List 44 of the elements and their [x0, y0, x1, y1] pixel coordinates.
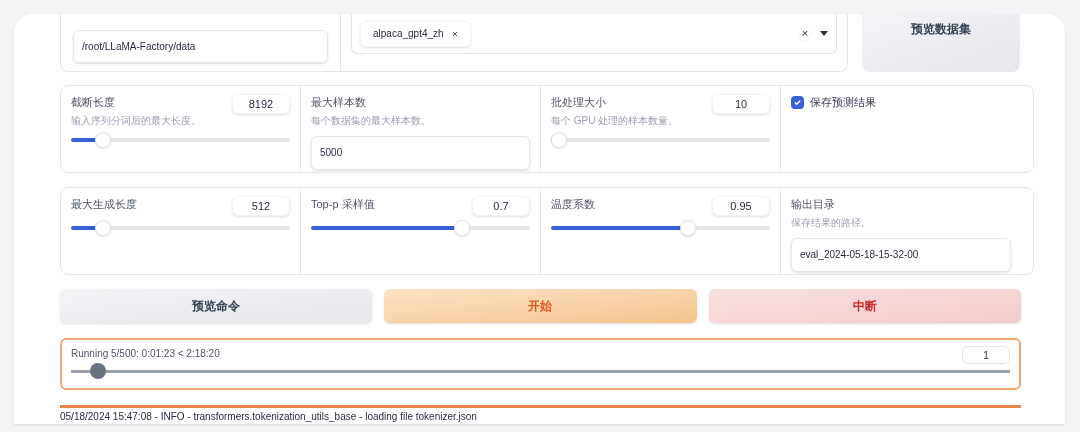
field-label: 截断长度 — [71, 95, 116, 110]
number-field[interactable]: 512 — [232, 196, 290, 216]
field-label: 输出目录 — [791, 197, 836, 212]
field-label: 批处理大小 — [551, 95, 607, 110]
slider-thumb[interactable] — [95, 220, 112, 236]
field-label: Top-p 采样值 — [311, 197, 375, 212]
text-field[interactable]: 5000 — [311, 135, 530, 170]
progress-thumb[interactable] — [89, 363, 106, 379]
slider-thumb[interactable] — [551, 131, 568, 148]
number-field[interactable]: 8192 — [232, 94, 290, 114]
checkbox-label: 保存预测结果 — [810, 95, 876, 110]
caret-icon[interactable] — [820, 31, 828, 36]
slider-thumb[interactable] — [95, 131, 112, 148]
field-hint: 保存结果的路径。 — [791, 215, 872, 230]
slider[interactable] — [551, 131, 770, 148]
number-field[interactable]: 0.7 — [472, 196, 530, 216]
slider-thumb[interactable] — [453, 220, 470, 236]
dataset-tag[interactable]: alpaca_gpt4_zh — [360, 20, 471, 47]
action-button[interactable]: 预览命令 — [60, 289, 373, 323]
slider[interactable] — [551, 220, 770, 236]
field-hint: 每个数据集的最大样本数。 — [311, 113, 432, 128]
number-field[interactable]: 0.95 — [712, 196, 770, 216]
slider[interactable] — [71, 131, 290, 148]
progress-label: Running 5/500: 0:01:23 < 2:18:20 — [71, 347, 220, 361]
progress-slider[interactable] — [71, 363, 1010, 379]
remove-icon[interactable] — [451, 30, 458, 37]
field-label: 温度系数 — [551, 197, 595, 212]
preview-dataset-button[interactable]: 预览数据集 — [862, 14, 1020, 72]
field-hint: 每个 GPU 处理的样本数量。 — [551, 113, 679, 128]
checkbox[interactable] — [791, 95, 804, 109]
log-line: 05/18/2024 15:47:08 - INFO - transformers.tokenization_utils_base - loading file tokenizer.json — [60, 410, 478, 424]
slider[interactable] — [71, 220, 290, 236]
field-label: 最大生成长度 — [71, 197, 137, 212]
field-hint: 输入序列分词后的最大长度。 — [71, 113, 201, 128]
check-icon — [793, 97, 802, 107]
text-field[interactable]: eval_2024-05-18-15-32-00 — [791, 237, 1011, 272]
text-field[interactable]: /root/LLaMA-Factory/data — [73, 30, 328, 63]
number-field[interactable]: 10 — [712, 94, 770, 114]
action-button[interactable]: 中断 — [708, 289, 1021, 323]
field-label: 最大样本数 — [311, 95, 367, 110]
number-field[interactable]: 1 — [962, 346, 1010, 364]
slider-thumb[interactable] — [680, 220, 697, 236]
slider[interactable] — [311, 220, 530, 236]
dataset-dropdown[interactable]: alpaca_gpt4_zh × — [351, 14, 837, 54]
